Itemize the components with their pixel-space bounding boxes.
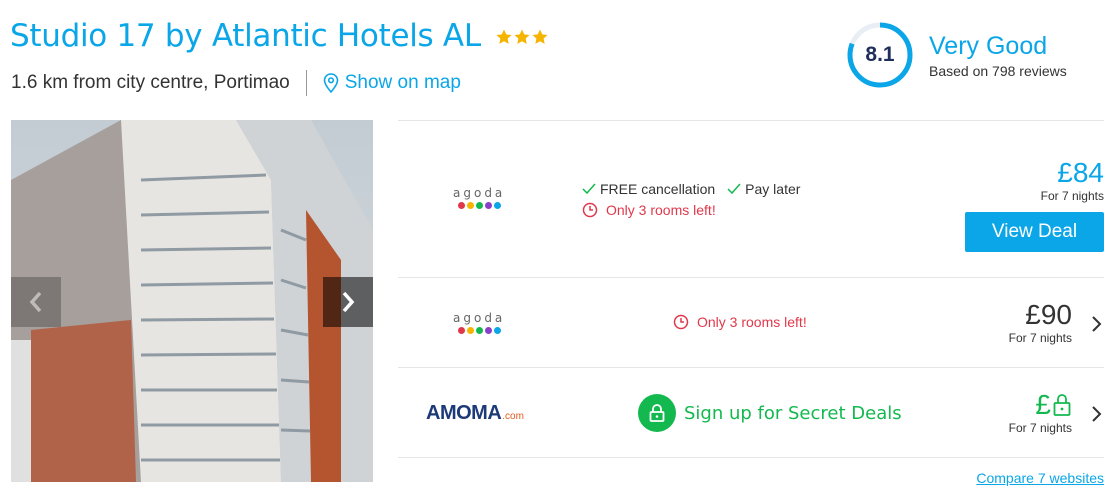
price-nights: For 7 nights [1008, 331, 1072, 345]
agoda-dots-icon [457, 327, 502, 334]
price-value: £90 [1025, 299, 1072, 330]
deal-features: FREE cancellation Pay later Only 3 rooms… [582, 181, 812, 218]
photo-next-button[interactable] [323, 277, 373, 327]
feature-pay-later: Pay later [727, 181, 800, 197]
compare-websites-link[interactable]: Compare 7 websites [976, 470, 1104, 486]
show-on-map-label: Show on map [344, 72, 461, 93]
deal-row[interactable]: agoda FREE cancellation Pay later Only 3… [398, 121, 1104, 277]
agoda-logo: agoda [453, 187, 505, 209]
clock-icon [673, 314, 689, 330]
urgency-text: Only 3 rooms left! [606, 202, 716, 218]
feature-label: Pay later [745, 181, 801, 197]
urgency-text: Only 3 rooms left! [697, 314, 807, 330]
star-rating [495, 28, 549, 46]
provider-name: AMOMA [426, 402, 502, 424]
star-icon [532, 29, 548, 44]
divider [305, 70, 307, 96]
map-pin-icon [323, 73, 339, 93]
lock-icon [1053, 394, 1071, 416]
clock-icon [582, 202, 598, 218]
feature-label: FREE cancellation [600, 181, 716, 197]
rating-gauge: 8.1 [845, 20, 915, 90]
photo-prev-button[interactable] [11, 277, 61, 327]
rating-score: 8.1 [865, 43, 895, 66]
price-nights: For 7 nights [1008, 421, 1072, 435]
hotel-building-image [11, 120, 373, 482]
divider [398, 457, 1104, 458]
price-currency: £ [1035, 389, 1051, 420]
deals-list: agoda FREE cancellation Pay later Only 3… [398, 120, 1104, 486]
agoda-dots-icon [457, 202, 502, 209]
secret-deals-label: Sign up for Secret Deals [684, 402, 902, 424]
price-value: £84 [1057, 157, 1104, 188]
deal-price: £90 For 7 nights [1008, 299, 1072, 346]
urgency-message: Only 3 rooms left! [582, 202, 812, 218]
provider-suffix: .com [502, 411, 524, 422]
chevron-left-icon [29, 291, 42, 313]
title-row: Studio 17 by Atlantic Hotels AL [10, 18, 549, 54]
rating-summary[interactable]: 8.1 Very Good Based on 798 reviews [845, 20, 1067, 90]
check-icon [727, 183, 741, 195]
secret-deals-signup[interactable]: Sign up for Secret Deals [638, 394, 902, 432]
distance-text: 1.6 km from city centre, Portimao [11, 72, 290, 93]
urgency-message: Only 3 rooms left! [673, 314, 807, 330]
star-icon [496, 29, 512, 44]
hotel-photo[interactable] [11, 120, 373, 482]
check-icon [582, 183, 596, 195]
show-on-map-link[interactable]: Show on map [323, 72, 461, 94]
deal-price: £ For 7 nights [1008, 390, 1072, 436]
lock-icon [638, 394, 676, 432]
feature-free-cancellation: FREE cancellation [582, 181, 715, 197]
price-value: £ [1009, 390, 1072, 420]
review-count: Based on 798 reviews [929, 63, 1067, 79]
view-deal-button[interactable]: View Deal [965, 212, 1104, 252]
chevron-right-icon[interactable] [1090, 404, 1104, 424]
deal-row[interactable]: agoda Only 3 rooms left! £90 For 7 night… [398, 278, 1104, 367]
location-row: 1.6 km from city centre, Portimao Show o… [11, 70, 461, 96]
agoda-logo: agoda [453, 312, 505, 334]
provider-name: agoda [453, 186, 506, 200]
star-icon [514, 29, 530, 44]
price-nights: For 7 nights [1040, 189, 1104, 203]
rating-label: Very Good [929, 32, 1048, 60]
hotel-name: Studio 17 by Atlantic Hotels AL [10, 18, 481, 54]
amoma-logo: AMOMA .com [426, 402, 524, 425]
provider-name: agoda [453, 311, 506, 325]
chevron-right-icon[interactable] [1090, 314, 1104, 334]
chevron-right-icon [342, 291, 355, 313]
deal-row[interactable]: AMOMA .com Sign up for Secret Deals £ Fo… [398, 368, 1104, 457]
deal-price: £84 For 7 nights [1040, 157, 1104, 204]
